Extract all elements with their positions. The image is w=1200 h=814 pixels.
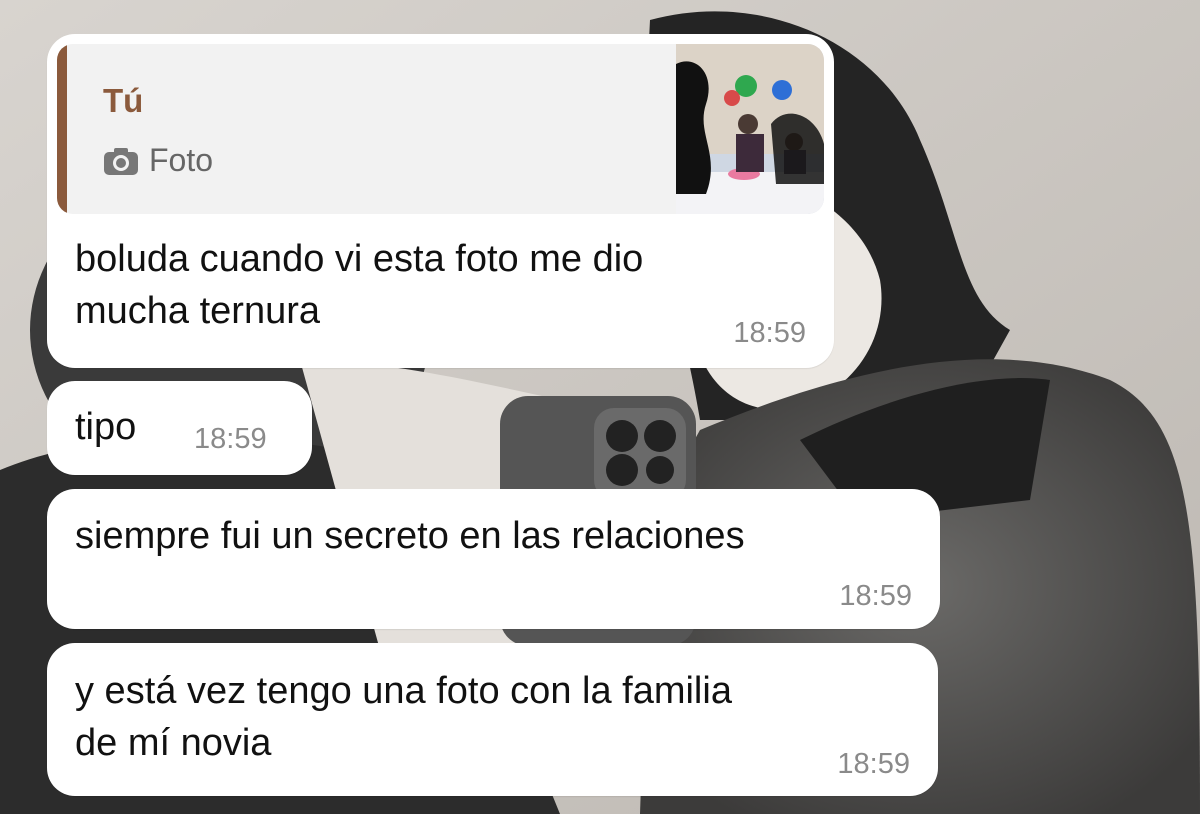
message-timestamp: 18:59: [839, 580, 912, 612]
message-text: y está vez tengo una foto con la familia…: [75, 670, 732, 764]
chat-screen: Tú Foto boluda cuando vi esta foto me di…: [0, 0, 1200, 814]
message-bubble[interactable]: siempre fui un secreto en las relaciones…: [47, 489, 940, 629]
reply-media-label-row: Foto: [103, 142, 213, 179]
reply-accent-bar: [57, 44, 67, 214]
reply-photo-thumbnail[interactable]: [676, 44, 824, 214]
message-text: siempre fui un secreto en las relaciones: [75, 515, 745, 557]
message-bubble[interactable]: Tú Foto boluda cuando vi esta foto me di…: [47, 34, 834, 368]
message-timestamp: 18:59: [733, 317, 806, 349]
reply-media-label: Foto: [149, 142, 214, 178]
message-bubble[interactable]: tipo 18:59: [47, 381, 312, 475]
camera-icon: [104, 147, 138, 175]
reply-author: Tú: [103, 82, 144, 119]
message-timestamp: 18:59: [837, 748, 910, 780]
reply-quote[interactable]: Tú Foto: [57, 44, 824, 214]
message-timestamp: 18:59: [194, 423, 267, 455]
message-text: boluda cuando vi esta foto me dio mucha …: [75, 238, 644, 332]
message-text: tipo: [75, 406, 137, 448]
message-bubble[interactable]: y está vez tengo una foto con la familia…: [47, 643, 938, 796]
